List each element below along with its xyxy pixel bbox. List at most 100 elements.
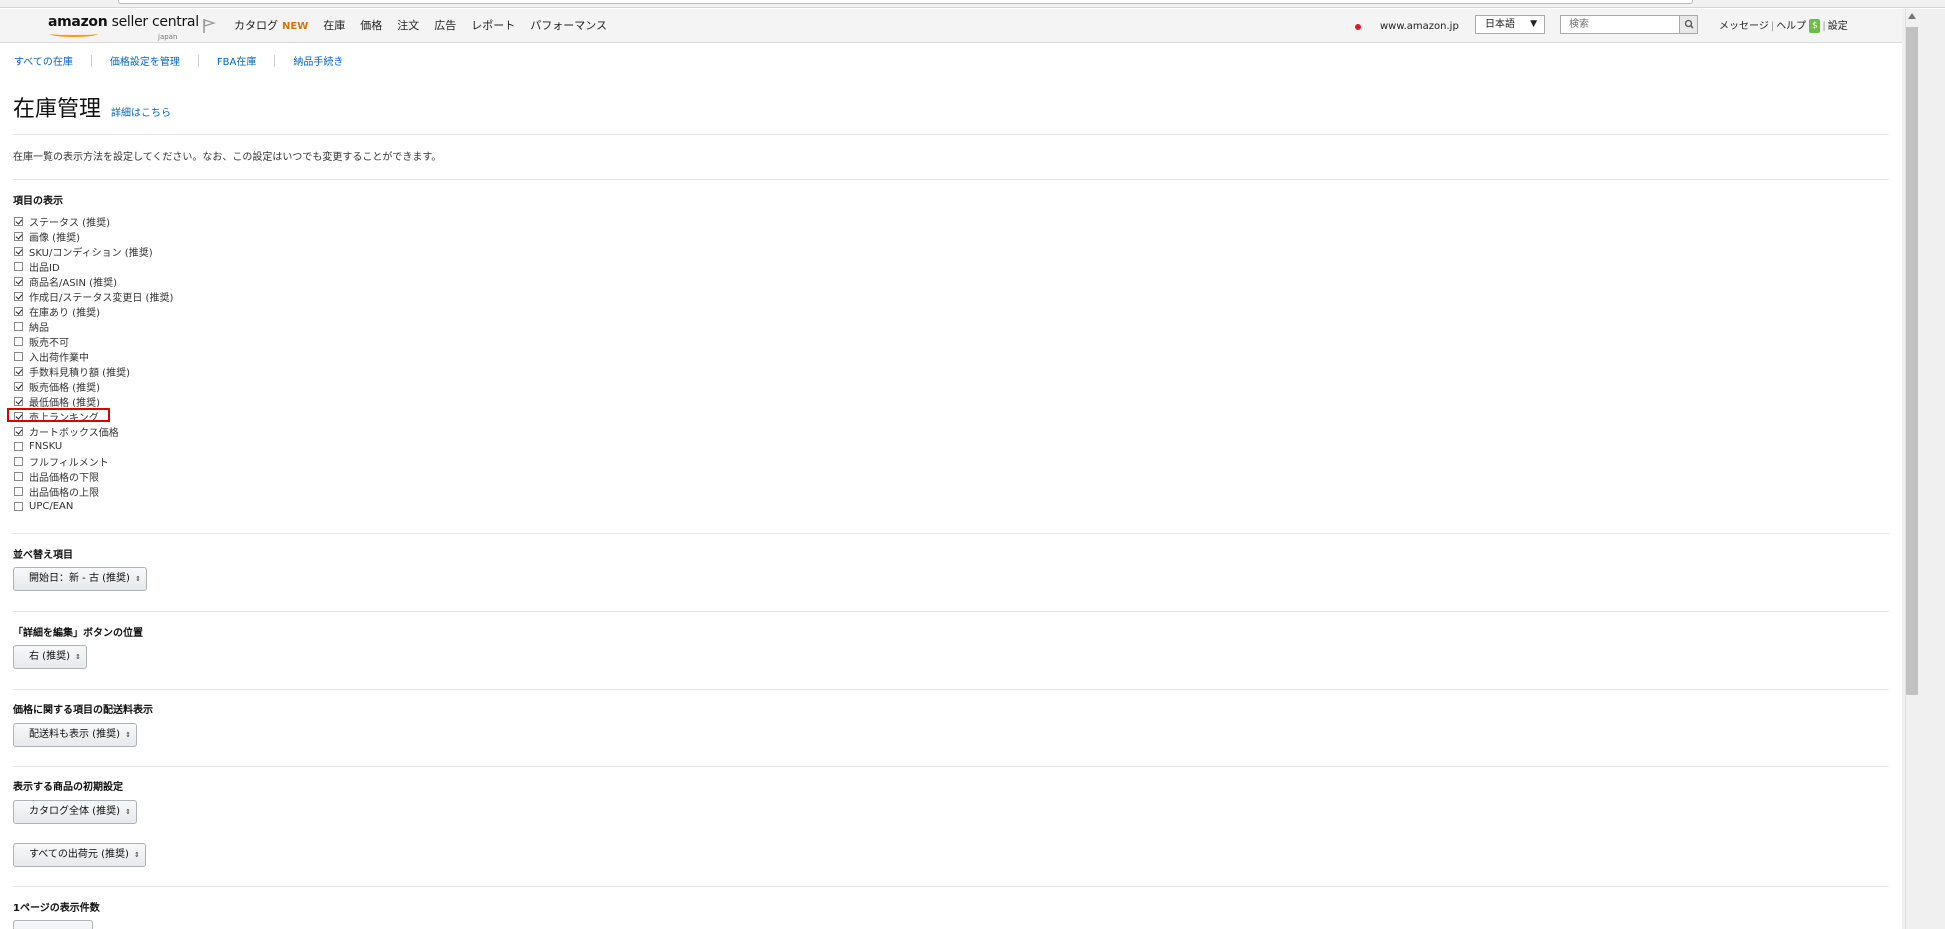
checkbox[interactable] (14, 232, 23, 241)
checkbox[interactable] (14, 472, 23, 481)
checkbox-label: 画像 (推奨) (29, 233, 80, 244)
menu-performance[interactable]: パフォーマンス (530, 18, 607, 35)
select-caret-icon: ⇕ (125, 808, 131, 816)
column-option[interactable]: 商品名/ASIN (推奨) (14, 274, 173, 289)
column-option[interactable]: 最低価格 (推奨) (14, 394, 173, 409)
initial-display-section-title: 表示する商品の初期設定 (13, 782, 123, 793)
column-option[interactable]: 作成日/ステータス変更日 (推奨) (14, 289, 173, 304)
column-option[interactable]: 出品価格の上限 (14, 484, 173, 499)
catalog-scope-select[interactable]: カタログ全体 (推奨) ⇕ (13, 800, 137, 824)
per-page-select[interactable] (13, 920, 93, 929)
new-badge: NEW (282, 21, 309, 32)
select-caret-icon: ⇕ (125, 731, 131, 739)
edit-button-position-select[interactable]: 右 (推奨) ⇕ (13, 645, 87, 669)
subnav-fba-inventory[interactable]: FBA在庫 (217, 53, 256, 68)
scrollbar-thumb[interactable] (1906, 27, 1918, 695)
flag-icon[interactable] (201, 18, 217, 34)
column-option[interactable]: UPC/EAN (14, 499, 173, 514)
column-option[interactable]: 在庫あり (推奨) (14, 304, 173, 319)
divider (13, 134, 1889, 135)
checkbox[interactable] (14, 502, 23, 511)
header-links: メッセージ | ヘルプ $ | 設定 (1719, 19, 1848, 33)
learn-more-link[interactable]: 詳細はこちら (111, 104, 171, 119)
checkbox-label: 出品ID (29, 263, 60, 274)
checkbox[interactable] (14, 382, 23, 391)
checkbox[interactable] (14, 352, 23, 361)
subnav-shipments[interactable]: 納品手続き (293, 53, 343, 68)
checkbox[interactable] (14, 427, 23, 436)
menu-pricing[interactable]: 価格 (360, 18, 382, 35)
checkbox[interactable] (14, 337, 23, 346)
checkbox[interactable] (14, 292, 23, 301)
checkbox[interactable] (14, 217, 23, 226)
checkbox[interactable] (14, 322, 23, 331)
checkbox-label: 販売価格 (推奨) (29, 383, 100, 394)
column-option[interactable]: カートボックス価格 (14, 424, 173, 439)
search-button[interactable] (1679, 16, 1697, 33)
checkbox-label: ステータス (推奨) (29, 218, 110, 229)
messages-link[interactable]: メッセージ (1719, 21, 1769, 32)
checkbox[interactable] (14, 397, 23, 406)
logo-smile (50, 31, 98, 37)
main-menu: カタログ NEW 在庫 価格 注文 広告 レポート パフォーマンス (234, 18, 622, 35)
checkbox[interactable] (14, 247, 23, 256)
menu-inventory[interactable]: 在庫 (323, 18, 345, 35)
checkbox[interactable] (14, 277, 23, 286)
column-option[interactable]: 出品価格の下限 (14, 469, 173, 484)
shipping-display-select[interactable]: 配送料も表示 (推奨) ⇕ (13, 723, 137, 747)
checkbox-label: 納品 (29, 323, 49, 334)
column-option[interactable]: 入出荷作業中 (14, 349, 173, 364)
scroll-up-arrow-icon[interactable] (1908, 13, 1916, 19)
search-icon (1684, 19, 1694, 29)
dollar-icon[interactable]: $ (1809, 19, 1821, 33)
column-option[interactable]: 販売不可 (14, 334, 173, 349)
checkbox[interactable] (14, 442, 23, 451)
checkbox-label: 出品価格の下限 (29, 473, 99, 484)
per-page-section-title: 1ページの表示件数 (13, 903, 100, 914)
column-option[interactable]: SKU/コンディション (推奨) (14, 244, 173, 259)
checkbox[interactable] (14, 367, 23, 376)
logo-amazon: amazon (48, 14, 108, 30)
fulfillment-scope-select[interactable]: すべての出荷元 (推奨) ⇕ (13, 843, 146, 867)
edit-button-section-title: 「詳細を編集」ボタンの位置 (13, 628, 143, 639)
search-box (1560, 15, 1699, 34)
divider (13, 179, 1889, 180)
checkbox[interactable] (14, 457, 23, 466)
shipping-section-title: 価格に関する項目の配送料表示 (13, 705, 153, 716)
checkbox-label: 手数料見積り額 (推奨) (29, 368, 130, 379)
help-link[interactable]: ヘルプ (1776, 21, 1806, 32)
top-navigation: amazon seller central japan カタログ NEW 在庫 価… (0, 9, 1902, 43)
subnav-divider (274, 54, 276, 67)
seller-central-logo[interactable]: amazon seller central japan (48, 14, 199, 41)
menu-orders[interactable]: 注文 (397, 18, 419, 35)
checkbox-label: 入出荷作業中 (29, 353, 89, 364)
column-option[interactable]: FNSKU (14, 439, 173, 454)
checkbox[interactable] (14, 307, 23, 316)
subnav-all-inventory[interactable]: すべての在庫 (14, 53, 73, 68)
menu-reports[interactable]: レポート (471, 18, 515, 35)
column-option[interactable]: 納品 (14, 319, 173, 334)
page-scrollbar[interactable] (1902, 9, 1945, 929)
column-checkbox-list: ステータス (推奨) 画像 (推奨) SKU/コンディション (推奨) 出品ID 商品名… (14, 214, 173, 514)
subnav-manage-pricing[interactable]: 価格設定を管理 (110, 53, 180, 68)
select-caret-icon: ⇕ (135, 575, 141, 583)
column-option[interactable]: 画像 (推奨) (14, 229, 173, 244)
sort-select[interactable]: 開始日：新 - 古 (推奨) ⇕ (13, 567, 147, 591)
column-option[interactable]: 出品ID (14, 259, 173, 274)
checkbox-label: UPC/EAN (29, 501, 74, 512)
column-option[interactable]: フルフィルメント (14, 454, 173, 469)
column-option[interactable]: 販売価格 (推奨) (14, 379, 173, 394)
menu-advertising[interactable]: 広告 (434, 18, 456, 35)
address-bar-edge (118, 0, 1693, 4)
column-option[interactable]: 手数料見積り額 (推奨) (14, 364, 173, 379)
divider (13, 886, 1889, 887)
settings-link[interactable]: 設定 (1828, 21, 1848, 32)
column-option[interactable]: ステータス (推奨) (14, 214, 173, 229)
marketplace-link[interactable]: www.amazon.jp (1380, 19, 1459, 35)
checkbox-label: 販売不可 (29, 338, 69, 349)
notification-dot (1355, 24, 1361, 30)
checkbox[interactable] (14, 487, 23, 496)
language-select[interactable]: 日本語 ▼ (1475, 15, 1545, 34)
menu-catalog[interactable]: カタログ NEW (234, 18, 308, 35)
checkbox[interactable] (14, 262, 23, 271)
